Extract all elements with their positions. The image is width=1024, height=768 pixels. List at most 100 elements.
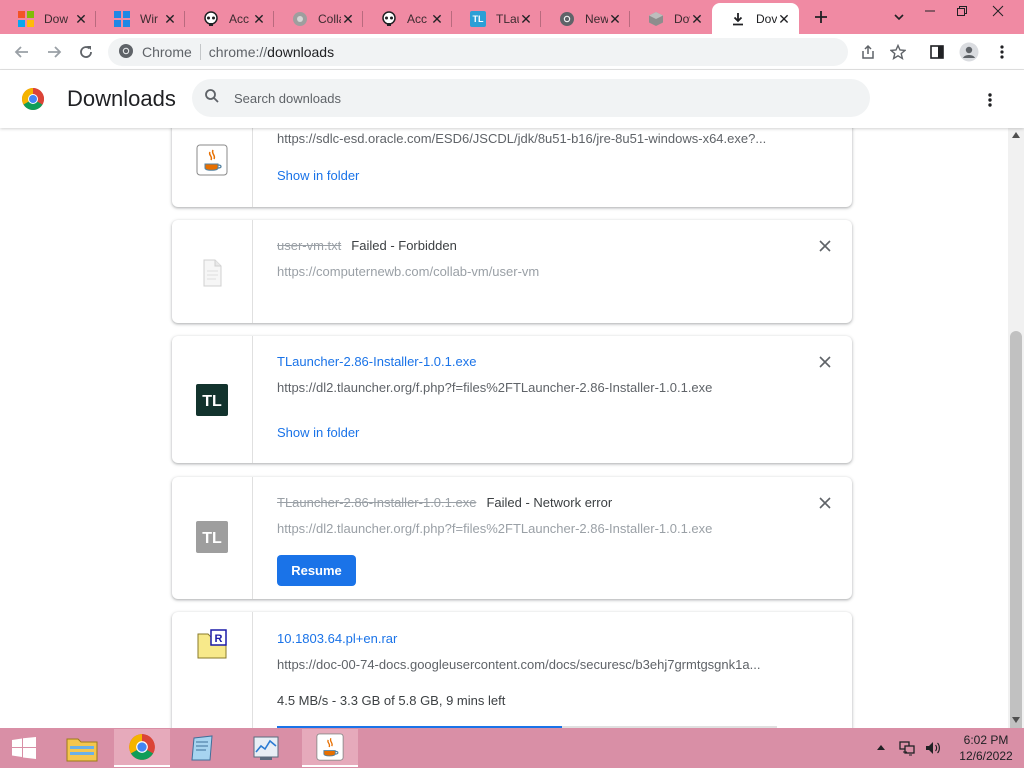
- page-title: Downloads: [67, 86, 176, 111]
- tab-close-icon[interactable]: ✕: [74, 12, 88, 26]
- download-item-rar: R 10.1803.64.pl+en.rar https://doc-00-74…: [172, 612, 852, 728]
- download-item-java: https://sdlc-esd.oracle.com/ESD6/JSCDL/j…: [172, 128, 852, 207]
- system-tray: 6:02 PM 12/6/2022: [876, 728, 1016, 768]
- tab-title: TLau: [496, 11, 519, 26]
- tab-3[interactable]: Acc ✕: [185, 3, 274, 34]
- search-icon: [204, 88, 220, 109]
- clock-date: 12/6/2022: [959, 749, 1013, 763]
- download-item-tlauncher-failed: TL TLauncher-2.86-Installer-1.0.1.exe Fai…: [172, 477, 852, 599]
- tab-6[interactable]: TL TLau ✕: [452, 3, 541, 34]
- clock[interactable]: 6:02 PM 12/6/2022: [956, 732, 1016, 764]
- tab-title: Acc: [229, 11, 250, 26]
- file-name-link[interactable]: 10.1803.64.pl+en.rar: [277, 631, 397, 646]
- volume-icon[interactable]: [924, 740, 942, 756]
- search-box[interactable]: [192, 79, 870, 117]
- restore-icon[interactable]: [942, 0, 982, 22]
- scrollbar[interactable]: [1008, 128, 1024, 743]
- file-name-link[interactable]: TLauncher-2.86-Installer-1.0.1.exe: [277, 354, 476, 369]
- tab-close-icon[interactable]: ✕: [777, 12, 791, 26]
- tab-2[interactable]: Wir ✕: [96, 3, 185, 34]
- scroll-thumb[interactable]: [1010, 331, 1022, 743]
- download-item-tlauncher: TL TLauncher-2.86-Installer-1.0.1.exe ht…: [172, 336, 852, 463]
- skull-icon: [203, 10, 219, 27]
- site-label: Chrome: [142, 44, 192, 60]
- remove-close-icon[interactable]: [818, 239, 832, 253]
- bookmark-star-icon[interactable]: [886, 40, 910, 64]
- side-panel-icon[interactable]: [925, 40, 949, 64]
- notepad-icon: [191, 735, 213, 761]
- chrome-icon: [129, 734, 155, 760]
- browser-menu-icon[interactable]: [990, 40, 1014, 64]
- show-hidden-icons-icon[interactable]: [876, 743, 886, 753]
- windows-taskbar: 6:02 PM 12/6/2022: [0, 728, 1024, 768]
- source-url[interactable]: https://dl2.tlauncher.org/f.php?f=files%…: [277, 521, 712, 536]
- show-in-folder-link[interactable]: Show in folder: [277, 168, 359, 183]
- forward-arrow-icon[interactable]: [42, 40, 66, 64]
- status-text: Failed - Network error: [486, 495, 613, 510]
- address-bar[interactable]: Chrome chrome:// downloads: [108, 38, 848, 66]
- tab-close-icon[interactable]: ✕: [163, 12, 177, 26]
- tab-title: Wir: [140, 11, 158, 26]
- share-icon[interactable]: [856, 40, 880, 64]
- tl-gray-icon: TL: [196, 521, 228, 553]
- tab-search-chevron-down-icon[interactable]: [888, 6, 910, 28]
- chrome-gray-icon: [559, 11, 575, 27]
- tab-close-icon[interactable]: ✕: [341, 12, 355, 26]
- svg-text:TL: TL: [202, 530, 222, 547]
- url-prefix: chrome://: [208, 44, 268, 60]
- remove-close-icon[interactable]: [818, 496, 832, 510]
- tab-1[interactable]: Dow ✕: [0, 3, 96, 34]
- folder-icon: [66, 738, 98, 762]
- source-url[interactable]: https://computernewb.com/collab-vm/user-…: [277, 264, 539, 279]
- taskbar-chrome[interactable]: [114, 729, 170, 767]
- tab-7[interactable]: New ✕: [541, 3, 630, 34]
- text-file-icon: [196, 257, 228, 289]
- windows-blue-icon: [114, 10, 130, 27]
- scroll-down-arrow-icon[interactable]: [1012, 716, 1020, 724]
- back-arrow-icon[interactable]: [10, 40, 34, 64]
- download-progress-text: 4.5 MB/s - 3.3 GB of 5.8 GB, 9 mins left: [277, 693, 506, 708]
- svg-text:R: R: [215, 633, 223, 645]
- source-url[interactable]: https://sdlc-esd.oracle.com/ESD6/JSCDL/j…: [277, 131, 766, 146]
- window-close-icon[interactable]: [978, 0, 1018, 22]
- taskbar-task-manager[interactable]: [238, 729, 294, 767]
- tab-8[interactable]: Dow ✕: [630, 3, 712, 34]
- tab-close-icon[interactable]: ✕: [252, 12, 266, 26]
- tab-5[interactable]: Acc ✕: [363, 3, 452, 34]
- browser-toolbar: Chrome chrome:// downloads: [0, 34, 1024, 70]
- reload-icon[interactable]: [74, 40, 98, 64]
- tab-close-icon[interactable]: ✕: [690, 12, 704, 26]
- tab-title: Colla: [318, 11, 341, 26]
- source-url[interactable]: https://doc-00-74-docs.googleusercontent…: [277, 657, 760, 672]
- tab-close-icon[interactable]: ✕: [519, 12, 533, 26]
- show-in-folder-link[interactable]: Show in folder: [277, 425, 359, 440]
- scroll-up-arrow-icon[interactable]: [1012, 131, 1020, 139]
- source-url[interactable]: https://dl2.tlauncher.org/f.php?f=files%…: [277, 380, 712, 395]
- taskbar-java[interactable]: [302, 729, 358, 767]
- resume-button[interactable]: Resume: [277, 555, 356, 586]
- taskbar-notepad[interactable]: [174, 729, 230, 767]
- search-input[interactable]: [234, 90, 834, 106]
- file-name: TLauncher-2.86-Installer-1.0.1.exe: [277, 495, 477, 510]
- chrome-gray-icon: [118, 43, 134, 62]
- taskbar-file-explorer[interactable]: [54, 729, 110, 767]
- tab-4[interactable]: Colla ✕: [274, 3, 363, 34]
- clock-time: 6:02 PM: [963, 733, 1009, 747]
- tab-title: Dow: [44, 11, 69, 26]
- profile-avatar-icon[interactable]: [957, 40, 981, 64]
- windows-start-icon: [12, 737, 36, 759]
- tab-close-icon[interactable]: ✕: [608, 12, 622, 26]
- task-manager-icon: [253, 736, 279, 760]
- status-text: Failed - Forbidden: [351, 238, 457, 253]
- tab-title: Dov: [756, 11, 777, 26]
- new-tab-plus-icon[interactable]: [810, 6, 832, 28]
- tab-close-icon[interactable]: ✕: [430, 12, 444, 26]
- downloads-menu-icon[interactable]: [978, 88, 1002, 112]
- network-icon[interactable]: [898, 740, 916, 756]
- tab-9-active[interactable]: Dov ✕: [712, 3, 799, 34]
- java-icon: [316, 733, 344, 761]
- box-icon: [648, 11, 664, 27]
- tl-icon: TL: [470, 10, 486, 27]
- start-button[interactable]: [0, 729, 48, 767]
- remove-close-icon[interactable]: [818, 355, 832, 369]
